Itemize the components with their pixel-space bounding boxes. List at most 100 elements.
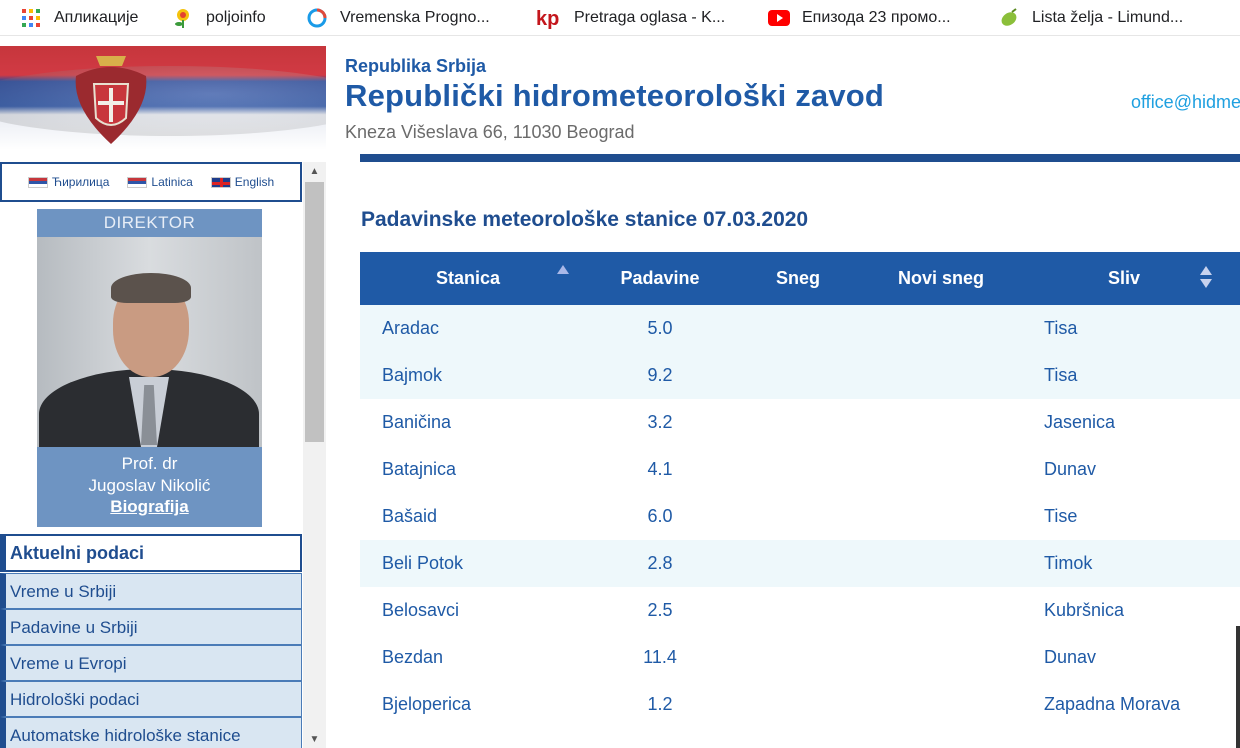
page-title: Padavinske meteorološke stanice 07.03.20… (361, 208, 809, 231)
bookmark-label: Vremenska Progno... (340, 9, 490, 26)
cell-sliv: Tisa (1044, 318, 1078, 338)
director-name-line: Jugoslav Nikolić (88, 476, 211, 495)
table-row: Belosavci 2.5 Kubršnica (360, 587, 1240, 634)
youtube-icon (768, 7, 790, 29)
col-stanica[interactable]: Stanica (360, 252, 576, 305)
director-card: DIREKTOR Prof. dr Jugoslav Nikolić Biogr… (37, 209, 262, 527)
cell-stanica: Beli Potok (382, 553, 464, 573)
header-divider (360, 154, 1240, 162)
table-row: Aradac 5.0 Tisa (360, 305, 1240, 352)
cell-sliv: Tisa (1044, 365, 1078, 385)
lang-label: English (234, 175, 275, 189)
col-padavine[interactable]: Padavine (600, 252, 720, 305)
cell-sliv: Zapadna Morava (1044, 694, 1181, 714)
lang-label: Ћирилица (51, 175, 110, 189)
cell-sliv: Jasenica (1044, 412, 1116, 432)
scroll-up-arrow-icon[interactable]: ▲ (303, 162, 326, 180)
director-name: Prof. dr Jugoslav Nikolić (37, 453, 262, 497)
serbian-flag-icon (27, 176, 48, 188)
director-name-line: Prof. dr (121, 454, 178, 473)
site-header: Republika Srbija Republički hidrometeoro… (0, 46, 1240, 150)
cell-stanica: Belosavci (382, 600, 460, 620)
cell-sliv: Dunav (1044, 459, 1097, 479)
lang-english[interactable]: English (210, 175, 275, 189)
apps-grid-icon (20, 7, 42, 29)
org-address: Kneza Višeslava 66, 11030 Beograd (345, 122, 635, 142)
menu-item-hidroloski[interactable]: Hidrološki podaci (0, 681, 302, 717)
cell-padavine: 1.2 (647, 694, 673, 714)
col-sneg[interactable]: Sneg (750, 252, 846, 305)
kp-logo-icon: kp (536, 7, 562, 29)
bookmark-label: Епизода 23 промо... (802, 9, 951, 26)
email-link[interactable]: office@hidmet.gov.rs (1131, 92, 1240, 113)
table-row: Beli Potok 2.8 Timok (360, 540, 1240, 587)
cell-stanica: Baničina (382, 412, 452, 432)
cell-padavine: 9.2 (647, 365, 673, 385)
sidebar-scrollbar[interactable]: ▲ ▼ (303, 162, 326, 748)
cell-stanica: Bajmok (382, 365, 443, 385)
bookmark-label: Lista želja - Limund... (1032, 9, 1184, 26)
lang-cyrillic[interactable]: Ћирилица (27, 175, 110, 189)
cell-sliv: Dunav (1044, 647, 1097, 667)
uk-flag-icon (210, 176, 231, 188)
bookmarks-bar: Апликације poljoinfo Vremenska Progno...… (0, 0, 1240, 36)
cell-stanica: Bjeloperica (382, 694, 472, 714)
col-novi-sneg[interactable]: Novi sneg (870, 252, 1012, 305)
table-row: Bašaid 6.0 Tise (360, 493, 1240, 540)
bookmark-vremenska[interactable]: Vremenska Progno... (306, 0, 490, 36)
scroll-thumb[interactable] (305, 182, 324, 442)
sort-ascending-icon (557, 265, 569, 274)
flower-icon (172, 7, 194, 29)
sidebar: Ћирилица Latinica English DIREKTOR Prof.… (0, 150, 326, 748)
precipitation-table: Stanica Padavine Sneg Novi sneg Sliv Ara… (360, 252, 1240, 728)
menu-item-automatske[interactable]: Automatske hidrološke stanice (0, 717, 302, 748)
table-row: Bezdan 11.4 Dunav (360, 634, 1240, 681)
director-photo (37, 237, 262, 447)
coat-of-arms-icon (75, 56, 147, 144)
table-header: Stanica Padavine Sneg Novi sneg Sliv (360, 252, 1240, 305)
org-country: Republika Srbija (345, 56, 487, 76)
cell-padavine: 2.8 (647, 553, 673, 573)
bookmark-apps[interactable]: Апликације (20, 0, 138, 36)
menu-heading[interactable]: Aktuelni podaci (0, 534, 302, 572)
language-switcher: Ћирилица Latinica English (0, 162, 302, 202)
col-sliv[interactable]: Sliv (1080, 252, 1168, 305)
cell-stanica: Bašaid (382, 506, 438, 526)
lang-label: Latinica (151, 175, 193, 189)
bookmark-limundo[interactable]: Lista želja - Limund... (998, 0, 1183, 36)
cell-padavine: 4.1 (647, 459, 673, 479)
sort-both-icon[interactable] (1200, 266, 1212, 290)
lang-latin[interactable]: Latinica (127, 175, 193, 189)
menu-item-vreme-evropa[interactable]: Vreme u Evropi (0, 645, 302, 681)
table-row: Bajmok 9.2 Tisa (360, 352, 1240, 399)
menu-item-padavine[interactable]: Padavine u Srbiji (0, 609, 302, 645)
table-row: Baničina 3.2 Jasenica (360, 399, 1240, 446)
cell-padavine: 5.0 (647, 318, 673, 338)
leaf-icon (998, 7, 1020, 29)
ring-icon (306, 7, 328, 29)
cell-sliv: Tise (1044, 506, 1078, 526)
cell-sliv: Kubršnica (1044, 600, 1125, 620)
bookmark-label: Pretraga oglasa - K... (574, 9, 726, 26)
cell-stanica: Batajnica (382, 459, 457, 479)
menu-item-vreme-srbija[interactable]: Vreme u Srbiji (0, 573, 302, 609)
cell-padavine: 3.2 (647, 412, 673, 432)
cell-padavine: 6.0 (647, 506, 673, 526)
bookmark-label: poljoinfo (206, 9, 266, 26)
table-row: Bjeloperica 1.2 Zapadna Morava (360, 681, 1240, 728)
svg-text:kp: kp (536, 8, 559, 29)
cell-padavine: 11.4 (643, 647, 677, 667)
biography-link[interactable]: Biografija (37, 497, 262, 517)
bookmark-youtube[interactable]: Епизода 23 промо... (768, 0, 951, 36)
cell-padavine: 2.5 (647, 600, 673, 620)
org-name[interactable]: Republički hidrometeorološki zavod (345, 78, 884, 114)
page-edge-shadow (1236, 626, 1240, 748)
scroll-down-arrow-icon[interactable]: ▼ (303, 730, 326, 748)
bookmark-poljoinfo[interactable]: poljoinfo (172, 0, 266, 36)
bookmark-kp[interactable]: kp Pretraga oglasa - K... (536, 0, 725, 36)
cell-stanica: Bezdan (382, 647, 444, 667)
serbian-flag-icon (127, 176, 148, 188)
table-row: Batajnica 4.1 Dunav (360, 446, 1240, 493)
cell-stanica: Aradac (382, 318, 440, 338)
bookmark-label: Апликације (54, 9, 139, 26)
